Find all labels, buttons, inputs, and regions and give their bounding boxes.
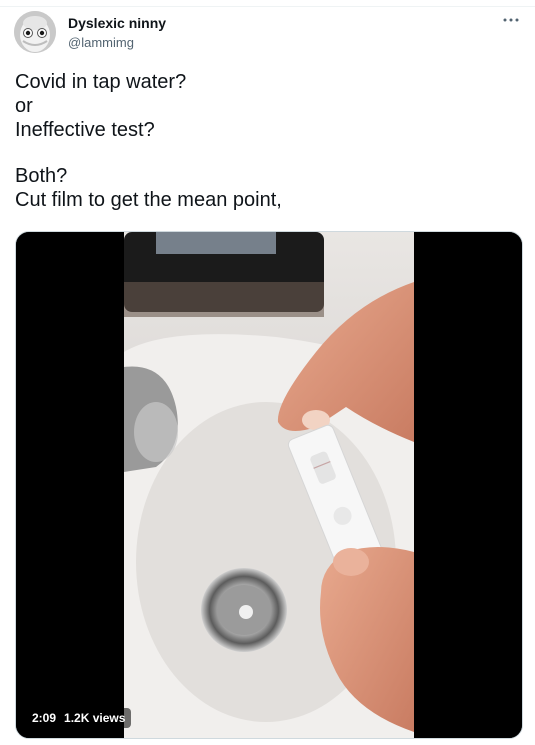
video-duration: 2:09 — [32, 711, 57, 725]
display-name[interactable]: Dyslexic ninny — [68, 15, 166, 31]
avatar-image — [14, 11, 56, 53]
video-player[interactable]: 2:09 1.2K views — [15, 231, 523, 739]
video-stats-overlay: 2:09 1.2K views — [26, 708, 132, 728]
tweet[interactable]: Dyslexic ninny @lammimg Covid in tap wat… — [0, 0, 535, 745]
user-handle[interactable]: @lammimg — [68, 35, 134, 50]
more-horizontal-icon — [503, 18, 519, 22]
video-frame — [16, 232, 522, 738]
tweet-line: or — [15, 95, 33, 117]
tweet-line: Both? — [15, 165, 68, 187]
more-options-button[interactable] — [499, 10, 523, 30]
tweet-line: Cut film to get the mean point, — [15, 189, 282, 211]
tweet-text: Covid in tap water? or Ineffective test?… — [15, 70, 515, 212]
avatar[interactable] — [14, 11, 56, 53]
video-views: 1.2K views — [64, 711, 126, 725]
tweet-line: Covid in tap water? — [15, 71, 187, 93]
tweet-line: Ineffective test? — [15, 119, 155, 141]
